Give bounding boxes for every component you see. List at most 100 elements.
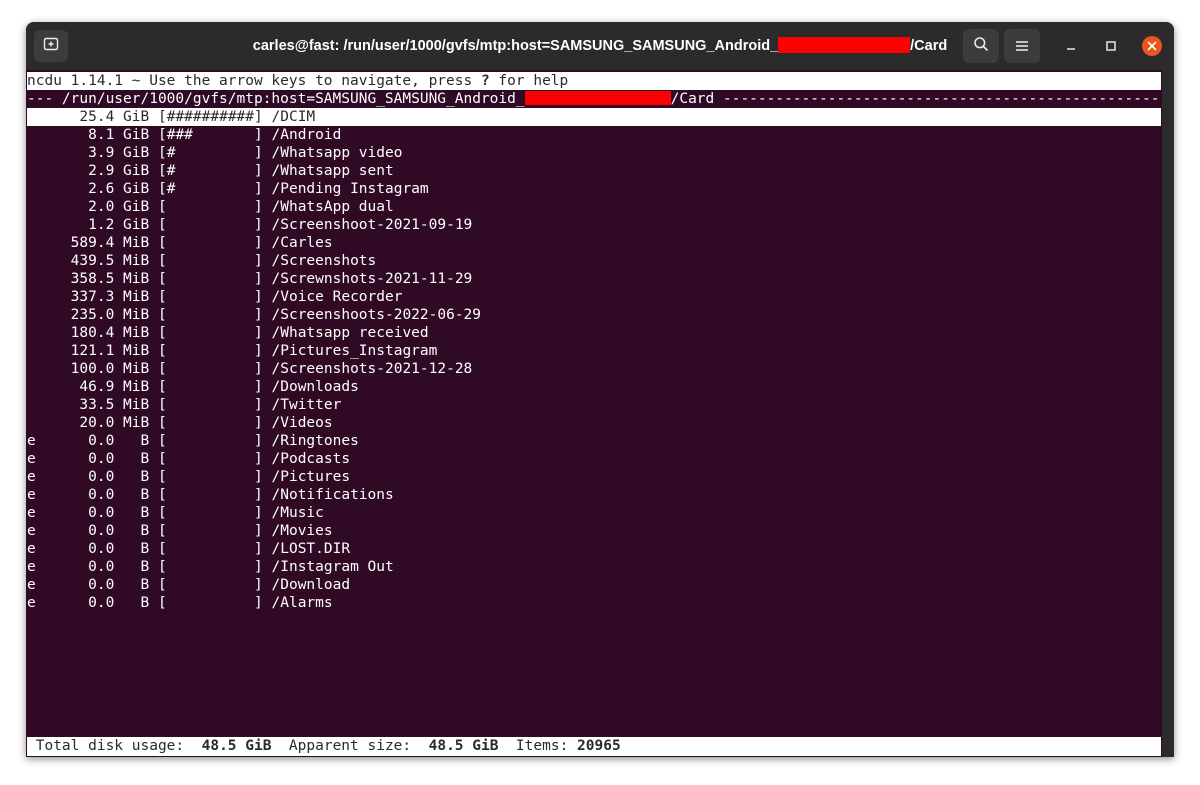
row-flag [27,235,36,251]
total-usage-label: Total disk usage: [35,738,185,754]
directory-row[interactable]: e 0.0 B [ ] /LOST.DIR [27,540,1161,558]
row-name: /Whatsapp video [271,145,403,161]
minimize-button[interactable] [1062,37,1080,55]
row-size: 20.0 [44,415,115,431]
directory-row[interactable]: 121.1 MiB [ ] /Pictures_Instagram [27,342,1161,360]
row-unit: B [123,559,150,575]
window-title-suffix: /Card [910,38,948,54]
row-size: 100.0 [44,361,115,377]
directory-row[interactable]: 100.0 MiB [ ] /Screenshots-2021-12-28 [27,360,1161,378]
row-size: 46.9 [44,379,115,395]
directory-row[interactable]: 1.2 GiB [ ] /Screenshoot-2021-09-19 [27,216,1161,234]
menu-button[interactable] [1004,29,1040,63]
items-value: 20965 [577,738,621,754]
row-usage-bar: ########## [166,109,255,125]
row-size: 337.3 [44,289,115,305]
directory-row[interactable]: e 0.0 B [ ] /Notifications [27,486,1161,504]
row-size: 2.9 [44,163,115,179]
directory-row[interactable]: 235.0 MiB [ ] /Screenshoots-2022-06-29 [27,306,1161,324]
row-usage-bar [167,523,254,539]
row-usage-bar [167,217,254,233]
row-size: 235.0 [44,307,115,323]
directory-row[interactable]: 25.4 GiB [##########] /DCIM [27,108,1161,126]
directory-row[interactable]: e 0.0 B [ ] /Podcasts [27,450,1161,468]
maximize-button[interactable] [1102,37,1120,55]
directory-row[interactable]: 33.5 MiB [ ] /Twitter [27,396,1161,414]
directory-row[interactable]: e 0.0 B [ ] /Ringtones [27,432,1161,450]
row-name: /Movies [271,523,333,539]
row-usage-bar [167,469,254,485]
row-flag: e [27,487,36,503]
directory-row[interactable]: e 0.0 B [ ] /Pictures [27,468,1161,486]
row-name: /Whatsapp received [271,325,429,341]
row-size: 0.0 [44,541,115,557]
row-unit: B [123,541,150,557]
row-name: /LOST.DIR [271,541,351,557]
row-unit: B [123,433,150,449]
row-usage-bar [167,325,254,341]
row-usage-bar [167,559,254,575]
directory-row[interactable]: 337.3 MiB [ ] /Voice Recorder [27,288,1161,306]
row-size: 0.0 [44,451,115,467]
directory-row[interactable]: 2.6 GiB [# ] /Pending Instagram [27,180,1161,198]
row-name: /Notifications [271,487,394,503]
directory-row[interactable]: 589.4 MiB [ ] /Carles [27,234,1161,252]
path-prefix: --- /run/user/1000/gvfs/mtp:host=SAMSUNG… [27,91,525,107]
row-flag: e [27,577,36,593]
row-unit: B [123,523,150,539]
directory-row[interactable]: 20.0 MiB [ ] /Videos [27,414,1161,432]
row-size: 1.2 [44,217,115,233]
terminal-screen[interactable]: ncdu 1.14.1 ~ Use the arrow keys to navi… [26,70,1168,757]
row-flag: e [27,559,36,575]
directory-row[interactable]: 2.9 GiB [# ] /Whatsapp sent [27,162,1161,180]
directory-row[interactable]: 3.9 GiB [# ] /Whatsapp video [27,144,1161,162]
row-name: /WhatsApp dual [271,199,394,215]
row-name: /Videos [271,415,333,431]
close-button[interactable] [1142,36,1162,56]
row-name: /Android [271,127,342,143]
directory-row[interactable]: e 0.0 B [ ] /Movies [27,522,1161,540]
row-unit: MiB [123,253,150,269]
total-usage-value: 48.5 GiB [201,738,272,754]
row-unit: B [123,595,150,611]
row-name: /Screenshoots-2022-06-29 [271,307,482,323]
scrollbar[interactable] [1162,70,1174,757]
directory-row[interactable]: e 0.0 B [ ] /Alarms [27,594,1161,612]
row-unit: GiB [123,199,150,215]
help-key: ? [480,73,490,89]
row-usage-bar [167,577,254,593]
row-usage-bar [167,451,254,467]
row-name: /Twitter [271,397,342,413]
directory-row[interactable]: 2.0 GiB [ ] /WhatsApp dual [27,198,1161,216]
row-usage-bar [167,541,254,557]
directory-row[interactable]: 180.4 MiB [ ] /Whatsapp received [27,324,1161,342]
directory-list: 25.4 GiB [##########] /DCIM 8.1 GiB [###… [26,108,1162,612]
row-flag [27,415,36,431]
row-unit: GiB [123,127,150,143]
search-button[interactable] [963,29,999,63]
row-flag: e [27,541,36,557]
window-title: carles@fast: /run/user/1000/gvfs/mtp:hos… [26,22,1174,70]
directory-row[interactable]: e 0.0 B [ ] /Instagram Out [27,558,1161,576]
header-text-after: for help [489,73,569,89]
hamburger-menu-icon [1015,37,1029,56]
row-usage-bar [167,289,254,305]
row-size: 0.0 [44,433,115,449]
directory-row[interactable]: 46.9 MiB [ ] /Downloads [27,378,1161,396]
directory-row[interactable]: e 0.0 B [ ] /Download [27,576,1161,594]
maximize-icon [1102,40,1120,59]
row-usage-bar [167,415,254,431]
directory-row[interactable]: 358.5 MiB [ ] /Screwnshots-2021-11-29 [27,270,1161,288]
row-unit: MiB [123,415,150,431]
row-unit: B [123,505,150,521]
row-usage-bar [167,199,254,215]
row-size: 589.4 [44,235,115,251]
row-flag: e [27,451,36,467]
row-unit: B [123,577,150,593]
directory-row[interactable]: 439.5 MiB [ ] /Screenshots [27,252,1161,270]
row-flag [27,145,36,161]
directory-row[interactable]: e 0.0 B [ ] /Music [27,504,1161,522]
row-flag [27,127,36,143]
row-unit: MiB [123,271,150,287]
directory-row[interactable]: 8.1 GiB [### ] /Android [27,126,1161,144]
